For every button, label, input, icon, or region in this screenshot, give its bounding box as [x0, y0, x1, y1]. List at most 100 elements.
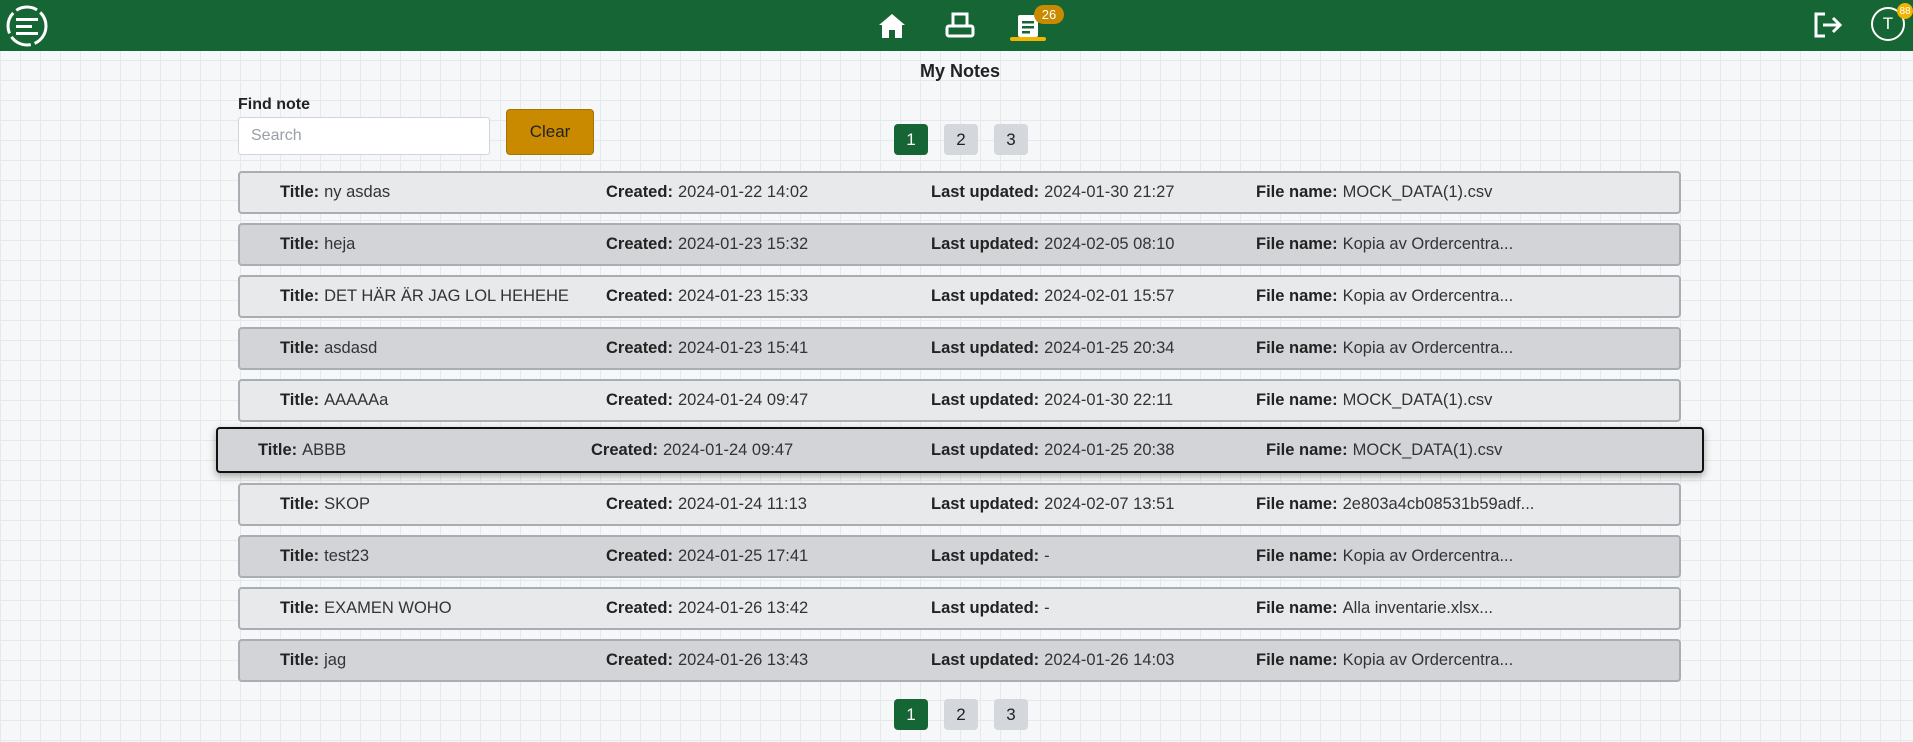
logout-icon[interactable]: [1810, 7, 1846, 43]
note-created-label: Created:: [606, 547, 673, 565]
logo-icon[interactable]: [6, 5, 48, 47]
note-updated-label: Last updated:: [931, 440, 1040, 459]
note-file-label: File name:: [1256, 183, 1338, 201]
notes-count-badge: 26: [1034, 5, 1064, 24]
note-created-cell: Created: 2024-01-24 09:47: [606, 381, 808, 420]
note-updated-value: 2024-02-01 15:57: [1044, 287, 1175, 305]
note-row[interactable]: Title: DET HÄR ÄR JAG LOL HEHEHE Created: 2…: [238, 275, 1681, 318]
note-title-label: Title:: [280, 339, 320, 357]
note-updated-value: -: [1044, 599, 1050, 617]
search-input[interactable]: [238, 117, 490, 155]
note-updated-value: -: [1044, 547, 1050, 565]
page-2-button[interactable]: 2: [944, 699, 978, 730]
note-updated-label: Last updated:: [931, 495, 1040, 513]
note-row[interactable]: Title: AAAAAa Created: 2024-01-24 09:47 Last…: [238, 379, 1681, 422]
note-row[interactable]: Title: ABBB Created: 2024-01-24 09:47 Last u…: [216, 427, 1704, 473]
note-created-value: 2024-01-25 17:41: [677, 547, 809, 565]
note-title-value: jag: [324, 651, 347, 669]
note-title-value: test23: [324, 547, 370, 565]
note-file-label: File name:: [1256, 235, 1338, 253]
note-created-label: Created:: [606, 495, 673, 513]
page-1-button[interactable]: 1: [894, 699, 928, 730]
note-updated-value: 2024-02-07 13:51: [1044, 495, 1175, 513]
note-file-value: Kopia av Ordercentra...: [1342, 339, 1514, 357]
note-file-cell: File name: Kopia av Ordercentra...: [1256, 225, 1513, 264]
note-updated-label: Last updated:: [931, 547, 1040, 565]
note-updated-cell: Last updated: -: [931, 537, 1050, 576]
note-created-label: Created:: [606, 651, 673, 669]
printer-icon[interactable]: [942, 8, 978, 44]
note-file-value: MOCK_DATA(1).csv: [1342, 391, 1493, 409]
note-updated-cell: Last updated: -: [931, 589, 1050, 628]
note-updated-value: 2024-01-26 14:03: [1044, 651, 1175, 669]
pagination-bottom: 1 2 3: [894, 699, 1028, 730]
note-file-cell: File name: Kopia av Ordercentra...: [1256, 641, 1513, 680]
note-file-value: Kopia av Ordercentra...: [1342, 235, 1514, 253]
note-title-label: Title:: [280, 235, 320, 253]
note-row[interactable]: Title: EXAMEN WOHO Created: 2024-01-26 13:4…: [238, 587, 1681, 630]
note-file-label: File name:: [1266, 440, 1348, 459]
note-updated-cell: Last updated: 2024-01-30 21:27: [931, 173, 1174, 212]
note-updated-value: 2024-02-05 08:10: [1044, 235, 1175, 253]
note-title-cell: Title: AAAAAa: [280, 381, 388, 420]
note-title-label: Title:: [280, 495, 320, 513]
note-file-cell: File name: MOCK_DATA(1).csv: [1256, 173, 1492, 212]
note-updated-value: 2024-01-25 20:38: [1044, 440, 1175, 459]
note-created-label: Created:: [606, 287, 673, 305]
note-updated-label: Last updated:: [931, 287, 1040, 305]
note-row[interactable]: Title: jag Created: 2024-01-26 13:43 Last up…: [238, 639, 1681, 682]
note-updated-label: Last updated:: [931, 391, 1040, 409]
note-updated-cell: Last updated: 2024-02-05 08:10: [931, 225, 1174, 264]
page-3-button[interactable]: 3: [994, 124, 1028, 155]
note-row[interactable]: Title: SKOP Created: 2024-01-24 11:13 Last u…: [238, 483, 1681, 526]
note-row[interactable]: Title: ny asdas Created: 2024-01-22 14:02 La…: [238, 171, 1681, 214]
page-1-button[interactable]: 1: [894, 124, 928, 155]
note-created-cell: Created: 2024-01-24 11:13: [606, 485, 807, 524]
clear-button[interactable]: Clear: [506, 109, 594, 155]
note-title-label: Title:: [280, 599, 320, 617]
note-created-value: 2024-01-23 15:33: [677, 287, 809, 305]
note-created-label: Created:: [591, 440, 658, 459]
note-title-cell: Title: DET HÄR ÄR JAG LOL HEHEHE: [280, 277, 569, 316]
note-created-label: Created:: [606, 235, 673, 253]
note-file-label: File name:: [1256, 391, 1338, 409]
note-file-label: File name:: [1256, 339, 1338, 357]
note-file-value: MOCK_DATA(1).csv: [1352, 440, 1503, 459]
page-title: My Notes: [919, 61, 1000, 81]
note-created-label: Created:: [606, 183, 673, 201]
note-file-label: File name:: [1256, 599, 1338, 617]
note-file-value: Kopia av Ordercentra...: [1342, 547, 1514, 565]
note-row[interactable]: Title: test23 Created: 2024-01-25 17:41 Last…: [238, 535, 1681, 578]
note-file-label: File name:: [1256, 495, 1338, 513]
note-file-label: File name:: [1256, 287, 1338, 305]
page-3-button[interactable]: 3: [994, 699, 1028, 730]
note-created-value: 2024-01-26 13:42: [677, 599, 809, 617]
note-updated-label: Last updated:: [931, 183, 1040, 201]
note-created-cell: Created: 2024-01-25 17:41: [606, 537, 808, 576]
note-updated-value: 2024-01-25 20:34: [1044, 339, 1175, 357]
note-row[interactable]: Title: asdasd Created: 2024-01-23 15:41 Last…: [238, 327, 1681, 370]
note-title-cell: Title: ny asdas: [280, 173, 390, 212]
note-title-cell: Title: heja: [280, 225, 355, 264]
note-created-cell: Created: 2024-01-23 15:33: [606, 277, 808, 316]
page-2-button[interactable]: 2: [944, 124, 978, 155]
note-created-label: Created:: [606, 599, 673, 617]
note-created-value: 2024-01-24 11:13: [677, 495, 807, 513]
note-created-cell: Created: 2024-01-23 15:41: [606, 329, 808, 368]
note-row[interactable]: Title: heja Created: 2024-01-23 15:32 Last u…: [238, 223, 1681, 266]
note-updated-cell: Last updated: 2024-01-30 22:11: [931, 381, 1173, 420]
note-file-cell: File name: MOCK_DATA(1).csv: [1256, 381, 1492, 420]
note-title-value: DET HÄR ÄR JAG LOL HEHEHE: [324, 287, 569, 305]
note-updated-label: Last updated:: [931, 599, 1040, 617]
note-file-label: File name:: [1256, 547, 1338, 565]
note-created-value: 2024-01-24 09:47: [662, 440, 794, 459]
home-icon[interactable]: [874, 8, 910, 44]
note-title-label: Title:: [280, 287, 320, 305]
note-title-label: Title:: [258, 440, 298, 459]
note-updated-value: 2024-01-30 21:27: [1044, 183, 1175, 201]
note-title-label: Title:: [280, 391, 320, 409]
find-note-label: Find note: [238, 96, 310, 113]
note-title-label: Title:: [280, 547, 320, 565]
top-navbar: 26 T 88: [0, 0, 1913, 51]
note-created-label: Created:: [606, 391, 673, 409]
